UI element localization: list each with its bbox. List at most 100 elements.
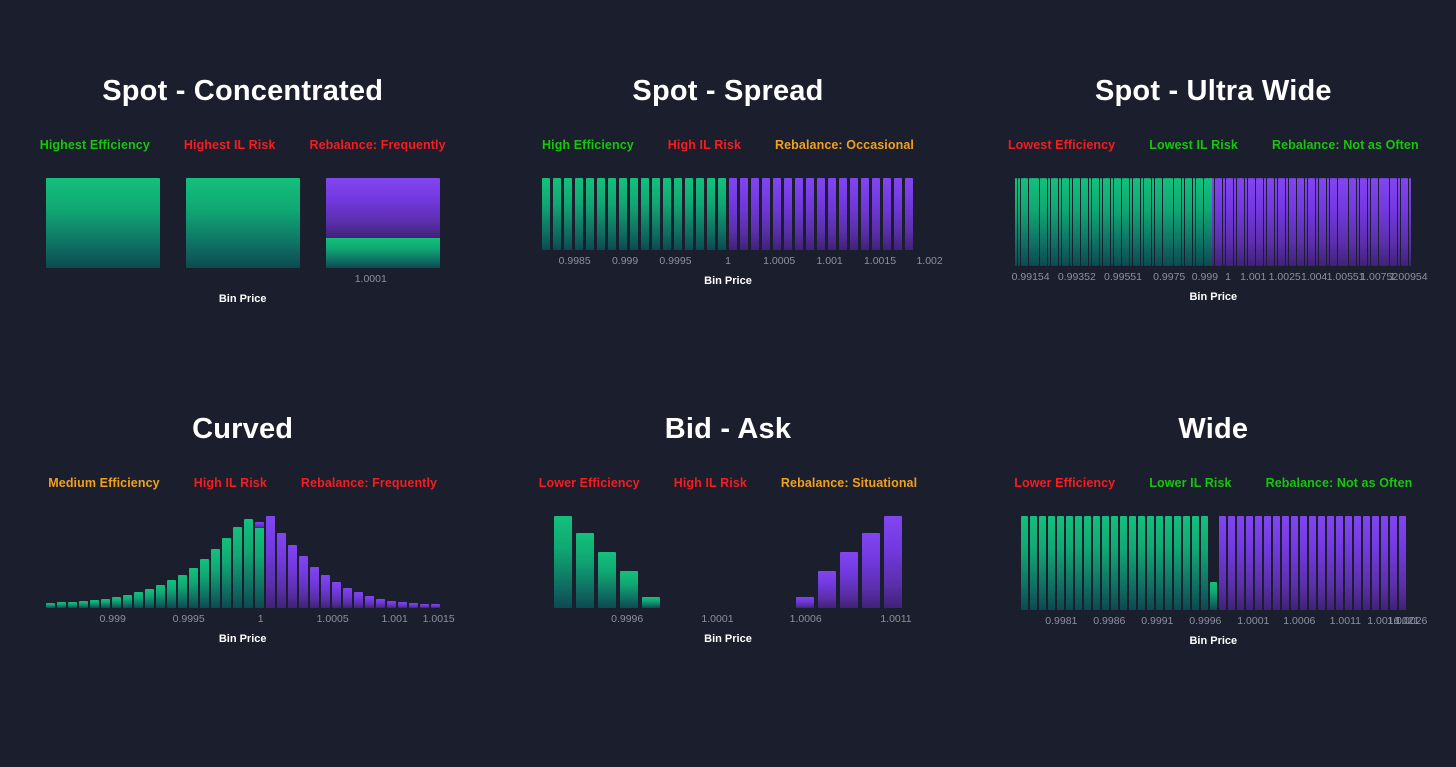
- bar-green: [1128, 516, 1136, 610]
- bar-green: [652, 178, 661, 250]
- bar-green: [1170, 178, 1174, 266]
- bar-segment-green: [325, 238, 440, 268]
- bar-green: [1101, 516, 1109, 610]
- bar-green: [100, 598, 110, 608]
- bar-purple: [795, 596, 814, 608]
- axis-tick-label: 0.99551: [1104, 271, 1142, 283]
- bar-purple: [773, 178, 782, 250]
- axis-tick-label: 1.0006: [1283, 615, 1316, 627]
- axis-tick-label: 1.0011: [880, 613, 912, 625]
- bar-green: [674, 178, 683, 250]
- bar-green: [1146, 516, 1154, 610]
- axis-tick-label: 0.9991: [1141, 615, 1174, 627]
- bar-purple: [839, 551, 858, 608]
- x-axis-ticks: 0.99154 0.99352 0.99551 0.9975 0.999 1 1.001 1.…: [1003, 271, 1428, 289]
- bar-segment-green: [254, 527, 264, 608]
- x-axis-ticks: 0.9996 1.0001 1.0006 1.0011: [518, 613, 938, 631]
- bar-purple: [894, 178, 903, 250]
- bar-purple: [342, 587, 352, 608]
- axis-tick-label: 1.002: [916, 255, 943, 267]
- bar-purple: [839, 178, 848, 250]
- axis-tick-label: 0.999: [611, 255, 639, 267]
- bar-purple: [1218, 516, 1226, 610]
- x-axis-label: Bin Price: [218, 293, 267, 305]
- bar-purple: [861, 533, 880, 608]
- bar-purple: [751, 178, 760, 250]
- bar-purple: [1244, 178, 1248, 266]
- bar-green: [1017, 178, 1021, 266]
- tag-il-risk: High IL Risk: [193, 476, 267, 490]
- bar-green: [1047, 516, 1055, 610]
- axis-tick-label: 1.0026: [1395, 615, 1428, 627]
- bar-green: [144, 588, 154, 608]
- bar-green: [177, 574, 187, 608]
- panel-tags: High Efficiency High IL Risk Rebalance: …: [485, 136, 970, 154]
- bar-green: [641, 596, 660, 608]
- bar-green: [575, 178, 584, 250]
- bar-green: [1058, 178, 1062, 266]
- bar-purple: [1299, 516, 1307, 610]
- bar-green: [575, 533, 594, 608]
- panel-bid-ask: Bid - Ask Lower Efficiency High IL Risk …: [485, 338, 970, 676]
- bar-green: [1077, 178, 1081, 266]
- plot-area: [518, 178, 938, 250]
- axis-tick-label: 1.0015: [422, 613, 455, 625]
- tag-efficiency: Lower Efficiency: [1014, 476, 1116, 490]
- bar-purple: [430, 604, 440, 608]
- x-axis-label: Bin Price: [1189, 635, 1238, 647]
- bar-purple: [795, 178, 804, 250]
- tag-efficiency: High Efficiency: [542, 138, 634, 152]
- plot-area: [518, 516, 938, 608]
- axis-tick-label: 1.0006: [789, 613, 822, 625]
- bar-purple: [1408, 178, 1412, 266]
- chart-spot-concentrated: 1.0001 Bin Price: [33, 178, 453, 318]
- bar-green: [133, 592, 143, 608]
- tag-il-risk: High IL Risk: [673, 476, 747, 490]
- bar-green: [166, 580, 176, 608]
- axis-tick-label: 1: [1225, 271, 1231, 283]
- bar-green: [78, 600, 88, 608]
- bar-green: [564, 178, 573, 250]
- dlmm-strategy-overview: Spot - Concentrated Highest Efficiency H…: [0, 0, 1456, 767]
- bar-purple: [1356, 178, 1360, 266]
- bar-green: [553, 178, 562, 250]
- bar-green: [1065, 516, 1073, 610]
- bar-green: [1074, 516, 1082, 610]
- bar-purple: [1245, 516, 1253, 610]
- x-axis-ticks: 0.999 0.9995 1 1.0005 1.001 1.0015: [43, 613, 455, 631]
- panel-spot-spread: Spot - Spread High Efficiency High IL Ri…: [485, 0, 970, 338]
- bar-green: [1020, 516, 1028, 610]
- bar-green: [1088, 178, 1092, 266]
- bar-green-short: [1209, 581, 1217, 610]
- bar-green: [597, 178, 606, 250]
- plot-area: [1013, 516, 1413, 610]
- bar-purple: [1293, 178, 1297, 266]
- axis-tick-label: 1: [257, 613, 264, 625]
- bar-green: [1192, 178, 1196, 266]
- bar-purple: [1285, 178, 1289, 266]
- axis-tick-label: 1.0005: [763, 255, 796, 267]
- x-axis-label: Bin Price: [1189, 291, 1238, 303]
- bar-green: [696, 178, 705, 250]
- bar-green: [641, 178, 650, 250]
- bar-green: [1119, 516, 1127, 610]
- bar-purple: [386, 600, 396, 608]
- bar-green: [630, 178, 639, 250]
- bar-purple: [320, 574, 330, 608]
- x-axis-ticks: 1.0001: [33, 273, 453, 291]
- bar-stacked: [254, 522, 264, 608]
- axis-tick-label: 1: [725, 255, 731, 267]
- bar-green: [608, 178, 617, 250]
- bar-purple: [1353, 516, 1361, 610]
- bar-green: [1047, 178, 1051, 266]
- axis-tick-label: 0.9985: [558, 255, 591, 267]
- axis-tick-label: 0.9981: [1045, 615, 1078, 627]
- bar-purple: [1386, 178, 1390, 266]
- bar-green: [232, 527, 242, 608]
- bar-purple: [740, 178, 749, 250]
- bar-green: [1056, 516, 1064, 610]
- axis-tick-label: 1.00551: [1326, 271, 1365, 283]
- axis-tick-label: 0.9995: [172, 613, 205, 625]
- bar-purple: [817, 571, 836, 608]
- panel-spot-concentrated: Spot - Concentrated Highest Efficiency H…: [0, 0, 485, 338]
